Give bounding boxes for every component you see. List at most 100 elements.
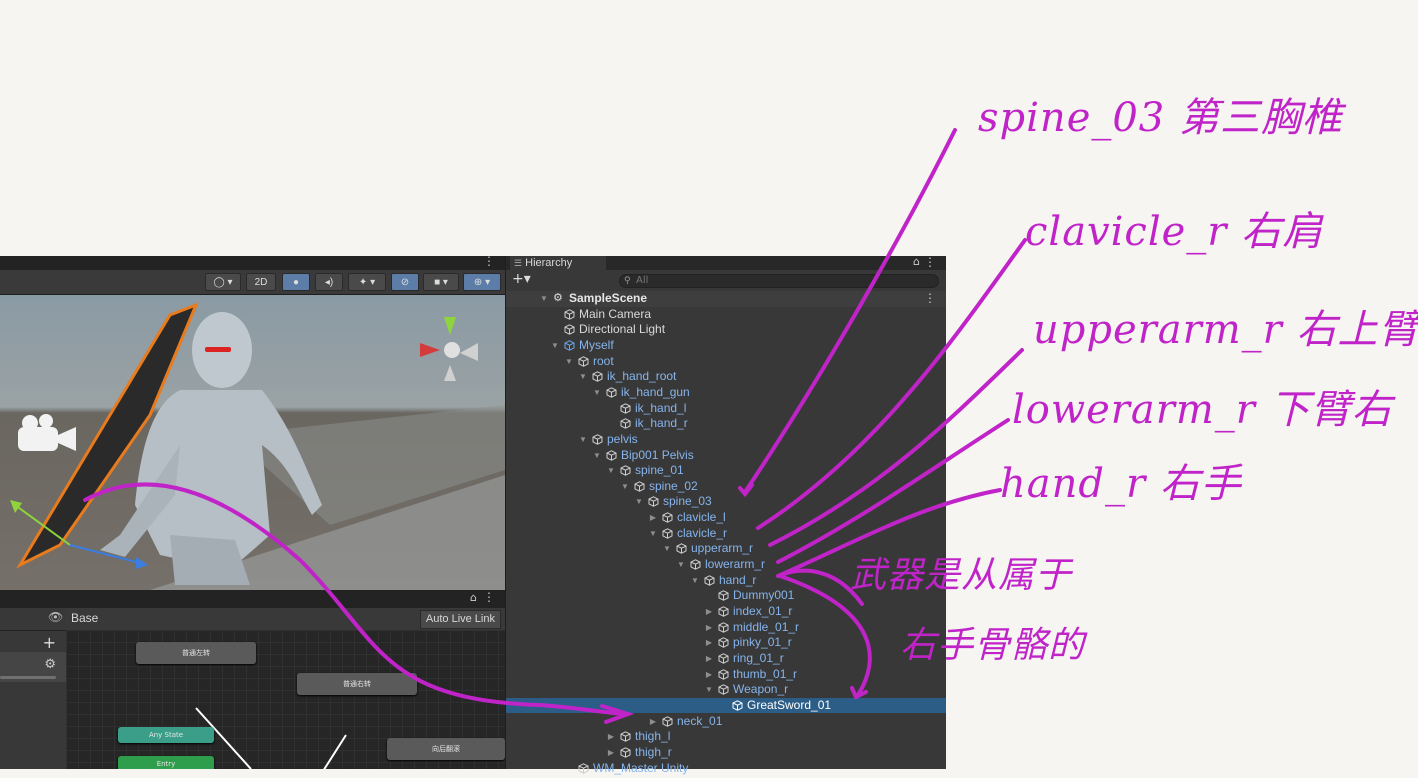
shading-mode-dropdown[interactable]: ◯ ▾: [205, 273, 241, 291]
expand-arrow-icon[interactable]: ▼: [539, 291, 549, 306]
layer-settings-gear-icon[interactable]: ⚙: [44, 657, 56, 672]
annotation-spine: spine_03 第三胸椎: [978, 95, 1343, 141]
search-icon: ⚲: [624, 276, 631, 286]
effects-dropdown[interactable]: ✦ ▾: [348, 273, 386, 291]
layer-breadcrumb[interactable]: Base: [71, 611, 98, 625]
scene-row[interactable]: ▼ ⚙ SampleScene ⋮: [506, 291, 946, 307]
layer-row[interactable]: ⚙: [0, 652, 66, 682]
eye-icon[interactable]: 👁: [48, 610, 63, 624]
unity-scene-icon: ⚙: [553, 292, 563, 304]
hierarchy-item[interactable]: ik_hand_l: [506, 401, 946, 417]
expand-arrow-icon[interactable]: ▼: [592, 385, 602, 400]
hierarchy-item[interactable]: ▼ clavicle_r: [506, 526, 946, 542]
hierarchy-item[interactable]: ▶ thigh_r: [506, 745, 946, 761]
hierarchy-item[interactable]: ▶ index_01_r: [506, 604, 946, 620]
hierarchy-item[interactable]: ▶ ring_01_r: [506, 651, 946, 667]
collapse-arrow-icon[interactable]: ▶: [704, 651, 714, 666]
hierarchy-item[interactable]: ▶ neck_01: [506, 714, 946, 730]
hierarchy-item[interactable]: ▼ spine_03: [506, 494, 946, 510]
state-backward-roll[interactable]: 向后翻滚: [387, 738, 505, 760]
expand-arrow-icon[interactable]: ▼: [578, 432, 588, 447]
animator-graph[interactable]: 普通左转 普通右转 向后翻滚 Any State Entry: [66, 630, 505, 769]
lighting-toggle[interactable]: ●: [282, 273, 310, 291]
hierarchy-item[interactable]: ▶ clavicle_l: [506, 510, 946, 526]
hierarchy-item[interactable]: ▼ root: [506, 354, 946, 370]
expand-arrow-icon[interactable]: ▼: [578, 369, 588, 384]
scene-render: [10, 302, 505, 590]
lock-icon[interactable]: ⌂: [470, 591, 477, 604]
create-object-button[interactable]: +▾: [512, 271, 531, 287]
hidden-objects-toggle[interactable]: ⊘: [391, 273, 419, 291]
auto-live-link-button[interactable]: Auto Live Link: [419, 610, 501, 629]
list-icon: ☰: [514, 258, 523, 268]
state-any-state[interactable]: Any State: [118, 727, 214, 743]
scene-more-icon[interactable]: ⋮: [483, 254, 495, 268]
hierarchy-item[interactable]: ▼ ik_hand_root: [506, 369, 946, 385]
state-right-turn[interactable]: 普通右转: [297, 673, 417, 695]
collapse-arrow-icon[interactable]: ▶: [606, 745, 616, 760]
expand-arrow-icon[interactable]: ▼: [704, 682, 714, 697]
animator-more-icon[interactable]: ⋮: [483, 590, 495, 604]
hierarchy-item[interactable]: ik_hand_r: [506, 416, 946, 432]
collapse-arrow-icon[interactable]: ▶: [704, 620, 714, 635]
collapse-arrow-icon[interactable]: ▶: [606, 729, 616, 744]
collapse-arrow-icon[interactable]: ▶: [648, 510, 658, 525]
toggle-2d-button[interactable]: 2D: [246, 273, 276, 291]
hierarchy-item-label: pinky_01_r: [733, 635, 792, 650]
scene-viewport[interactable]: [0, 295, 505, 590]
expand-arrow-icon[interactable]: ▼: [634, 494, 644, 509]
expand-arrow-icon[interactable]: ▼: [662, 541, 672, 556]
hierarchy-lock-icon[interactable]: ⌂: [913, 255, 920, 268]
annotation-clavicle: clavicle_r 右肩: [1025, 209, 1324, 255]
hierarchy-item-label: Main Camera: [579, 306, 652, 321]
collapse-arrow-icon[interactable]: ▶: [704, 635, 714, 650]
hierarchy-item[interactable]: ▼ Myself: [506, 338, 946, 354]
hierarchy-item[interactable]: Main Camera: [506, 307, 946, 323]
expand-arrow-icon[interactable]: ▼: [690, 573, 700, 588]
hierarchy-item[interactable]: ▼ spine_01: [506, 463, 946, 479]
gizmos-dropdown[interactable]: ⊕ ▾: [463, 273, 501, 291]
hierarchy-item-label: hand_r: [719, 572, 757, 587]
hierarchy-item[interactable]: ▼ Weapon_r: [506, 682, 946, 698]
hierarchy-item[interactable]: ▶ middle_01_r: [506, 620, 946, 636]
expand-arrow-icon[interactable]: ▼: [564, 354, 574, 369]
hierarchy-item[interactable]: ▶ thigh_l: [506, 729, 946, 745]
hierarchy-more-icon[interactable]: ⋮: [924, 255, 936, 269]
hierarchy-item[interactable]: ▶ thumb_01_r: [506, 667, 946, 683]
scene-more-icon[interactable]: ⋮: [924, 291, 936, 306]
eye-slash-icon: ⊘: [400, 277, 410, 288]
hierarchy-tab-bar: ☰ Hierarchy ⌂ ⋮: [506, 255, 946, 270]
collapse-arrow-icon[interactable]: ▶: [704, 667, 714, 682]
hierarchy-item[interactable]: ▼ pelvis: [506, 432, 946, 448]
expand-arrow-icon[interactable]: ▼: [620, 479, 630, 494]
hierarchy-item[interactable]: WM_Master Unity: [506, 761, 946, 777]
hierarchy-item-label: clavicle_l: [677, 510, 726, 525]
scene-toolbar: ◯ ▾ 2D ● ◂) ✦ ▾ ⊘ ■ ▾ ⊕ ▾: [0, 270, 505, 295]
state-left-turn[interactable]: 普通左转: [136, 642, 256, 664]
audio-toggle[interactable]: ◂): [315, 273, 343, 291]
hierarchy-item[interactable]: Directional Light: [506, 322, 946, 338]
expand-arrow-icon[interactable]: ▼: [648, 526, 658, 541]
state-entry[interactable]: Entry: [118, 756, 214, 769]
expand-arrow-icon[interactable]: ▼: [550, 338, 560, 353]
annotation-upperarm: upperarm_r 右上臂: [1033, 307, 1418, 353]
hierarchy-item[interactable]: ▼ Bip001 Pelvis: [506, 448, 946, 464]
camera-settings-dropdown[interactable]: ■ ▾: [423, 273, 459, 291]
gameobject-cube-icon: [718, 590, 729, 602]
hierarchy-item-label: upperarm_r: [691, 541, 754, 556]
expand-arrow-icon[interactable]: ▼: [606, 463, 616, 478]
collapse-arrow-icon[interactable]: ▶: [648, 714, 658, 729]
hierarchy-item[interactable]: ▼ spine_02: [506, 479, 946, 495]
add-layer-button[interactable]: +: [43, 633, 56, 652]
hierarchy-search-input[interactable]: ⚲ All: [619, 274, 939, 288]
collapse-arrow-icon[interactable]: ▶: [704, 604, 714, 619]
audio-icon: ◂): [324, 277, 334, 288]
layer-weight-slider[interactable]: [0, 676, 56, 679]
tab-hierarchy[interactable]: ☰ Hierarchy: [510, 256, 606, 270]
hierarchy-item-label: thigh_r: [635, 744, 672, 759]
expand-arrow-icon[interactable]: ▼: [676, 557, 686, 572]
hierarchy-item-selected[interactable]: GreatSword_01: [506, 697, 946, 714]
expand-arrow-icon[interactable]: ▼: [592, 448, 602, 463]
hierarchy-item[interactable]: ▶ pinky_01_r: [506, 635, 946, 651]
hierarchy-item[interactable]: ▼ ik_hand_gun: [506, 385, 946, 401]
